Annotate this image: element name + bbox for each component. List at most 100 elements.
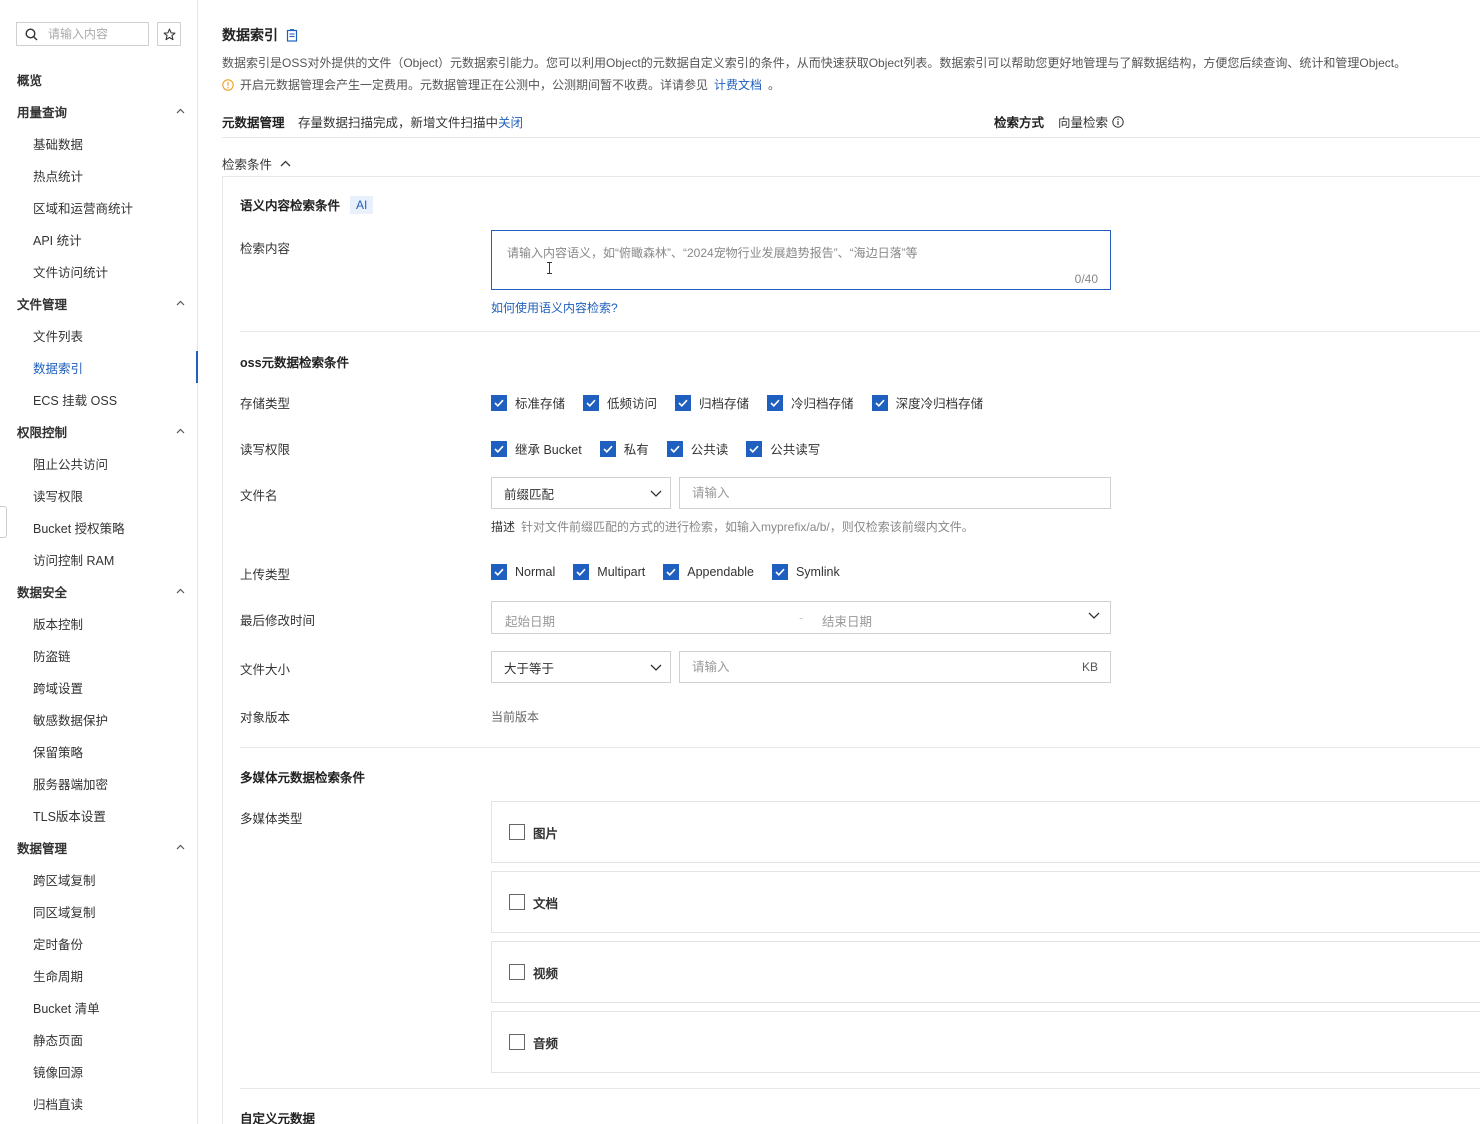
storage-type-option-label: 标准存储 [515,397,566,411]
sidebar-item[interactable]: 文件访问统计 [0,255,197,287]
checkbox-box[interactable] [509,964,525,980]
sidebar-item[interactable]: 静态页面 [0,1023,197,1055]
checkbox-box[interactable] [583,394,600,411]
sidebar-item[interactable]: 保留策略 [0,735,197,767]
media-type-card[interactable]: 文档 [491,871,1480,933]
sidebar-item[interactable]: 阻止公共访问 [0,447,197,479]
sidebar-item[interactable]: 镜像回源 [0,1055,197,1087]
upload-type-checkbox[interactable]: Multipart [573,564,645,580]
sidebar-item[interactable]: 跨域设置 [0,671,197,703]
sidebar-item[interactable]: 概览 [0,63,197,95]
text-cursor-icon [547,262,552,274]
checkbox-box[interactable] [871,394,888,411]
sidebar-item[interactable]: 防盗链 [0,639,197,671]
checkbox-box[interactable] [666,440,683,457]
billing-doc-link[interactable]: 计费文档 [714,76,762,93]
media-type-card[interactable]: 音频 [491,1011,1480,1073]
semantic-search-textarea[interactable] [507,244,1095,268]
file-size-input-box[interactable]: KB [679,651,1111,683]
acl-checkbox[interactable]: 公共读 [666,439,728,458]
sidebar-item[interactable]: 定时备份 [0,927,197,959]
checkbox-box[interactable] [491,394,507,411]
checkbox-box[interactable] [491,440,507,457]
end-date-placeholder[interactable]: 结束日期 [822,611,872,630]
sidebar-item[interactable]: 敏感数据保护 [0,703,197,735]
acl-checkbox[interactable]: 继承 Bucket [491,439,582,458]
info-icon[interactable] [1112,115,1124,128]
filename-hint-label: 描述 [491,520,516,534]
search-conditions-toggle[interactable]: 检索条件 [222,154,291,173]
checkbox-box[interactable] [663,564,680,580]
metadata-close-link[interactable]: 关闭 [498,112,523,131]
sidebar-item[interactable]: ECS 挂载 OSS [0,383,197,415]
sidebar-search-input[interactable] [48,27,138,41]
checkbox-box[interactable] [509,1034,525,1050]
file-size-operator-select[interactable]: 大于等于 [491,651,671,683]
sidebar-item[interactable]: 文件列表 [0,319,197,351]
checkbox-box[interactable] [491,564,507,580]
filename-match-select[interactable]: 前缀匹配 [491,477,671,509]
document-icon[interactable] [286,28,298,42]
last-modified-date-range[interactable]: 起始日期 - 结束日期 [491,601,1111,634]
sidebar-item[interactable]: 服务器端加密 [0,767,197,799]
checkbox-box[interactable] [573,564,590,580]
sidebar-item[interactable]: 读写权限 [0,479,197,511]
sidebar-item[interactable]: 跨区域复制 [0,863,197,895]
acl-option-label: 私有 [623,443,649,457]
sidebar-item[interactable]: 热点统计 [0,159,197,191]
media-type-card[interactable]: 视频 [491,941,1480,1003]
checkbox-box[interactable] [771,564,788,580]
sidebar-search-box[interactable] [16,22,149,46]
sidebar-item[interactable]: 用量查询 [0,95,197,127]
metadata-management-label: 元数据管理 [222,116,285,130]
storage-type-checkbox[interactable]: 标准存储 [491,393,565,412]
sidebar-item[interactable]: 同区域复制 [0,895,197,927]
semantic-search-textarea-box[interactable]: 0/40 [491,230,1111,290]
sidebar-item[interactable]: 归档直读 [0,1087,197,1119]
checkmark-icon [576,568,586,576]
sidebar-item[interactable]: 基础数据 [0,127,197,159]
sidebar-item[interactable]: Bucket 清单 [0,991,197,1023]
sidebar-item[interactable]: Bucket 授权策略 [0,511,197,543]
acl-checkbox[interactable]: 公共读写 [746,439,820,458]
upload-type-checkboxes: Normal Multipart Appendable Symlink [491,564,858,580]
storage-type-checkbox[interactable]: 深度冷归档存储 [871,393,983,412]
storage-type-checkbox[interactable]: 归档存储 [675,393,749,412]
char-counter: 0/40 [1074,272,1098,286]
sidebar-item[interactable]: 权限控制 [0,415,197,447]
file-size-input[interactable] [692,660,1082,674]
media-type-card[interactable]: 图片 [491,801,1480,863]
section-divider [240,1088,1480,1089]
checkbox-box[interactable] [746,440,763,457]
sidebar-item[interactable]: API 统计 [0,223,197,255]
sidebar-item[interactable]: TLS版本设置 [0,799,197,831]
storage-type-checkbox[interactable]: 低频访问 [583,393,657,412]
filename-input-box[interactable] [679,477,1111,509]
sidebar-collapse-handle[interactable] [0,506,7,538]
checkbox-box[interactable] [509,894,525,910]
sidebar-item[interactable]: 访问控制 RAM [0,543,197,575]
acl-checkbox[interactable]: 私有 [599,439,649,458]
upload-type-checkbox[interactable]: Symlink [771,564,840,580]
storage-type-checkbox[interactable]: 冷归档存储 [767,393,854,412]
checkbox-box[interactable] [767,394,784,411]
favorite-button[interactable] [157,22,181,46]
sidebar-item[interactable]: 区域和运营商统计 [0,191,197,223]
filename-input[interactable] [692,486,1098,500]
sidebar-item[interactable]: 数据安全 [0,575,197,607]
checkbox-box[interactable] [509,824,525,840]
checkbox-box[interactable] [599,440,616,457]
file-size-operator-value: 大于等于 [504,661,555,676]
start-date-placeholder[interactable]: 起始日期 [505,611,555,630]
semantic-help-link[interactable]: 如何使用语义内容检索? [491,299,618,316]
section-divider [240,331,1480,332]
checkbox-box[interactable] [675,394,692,411]
upload-type-checkbox[interactable]: Appendable [663,564,754,580]
upload-type-checkbox[interactable]: Normal [491,564,555,580]
sidebar-item[interactable]: 生命周期 [0,959,197,991]
sidebar-item[interactable]: 文件管理 [0,287,197,319]
sidebar-item[interactable]: 版本控制 [0,607,197,639]
sidebar-item[interactable]: 数据索引 [0,351,198,383]
sidebar-item[interactable]: 数据管理 [0,831,197,863]
filename-match-value: 前缀匹配 [504,487,555,502]
